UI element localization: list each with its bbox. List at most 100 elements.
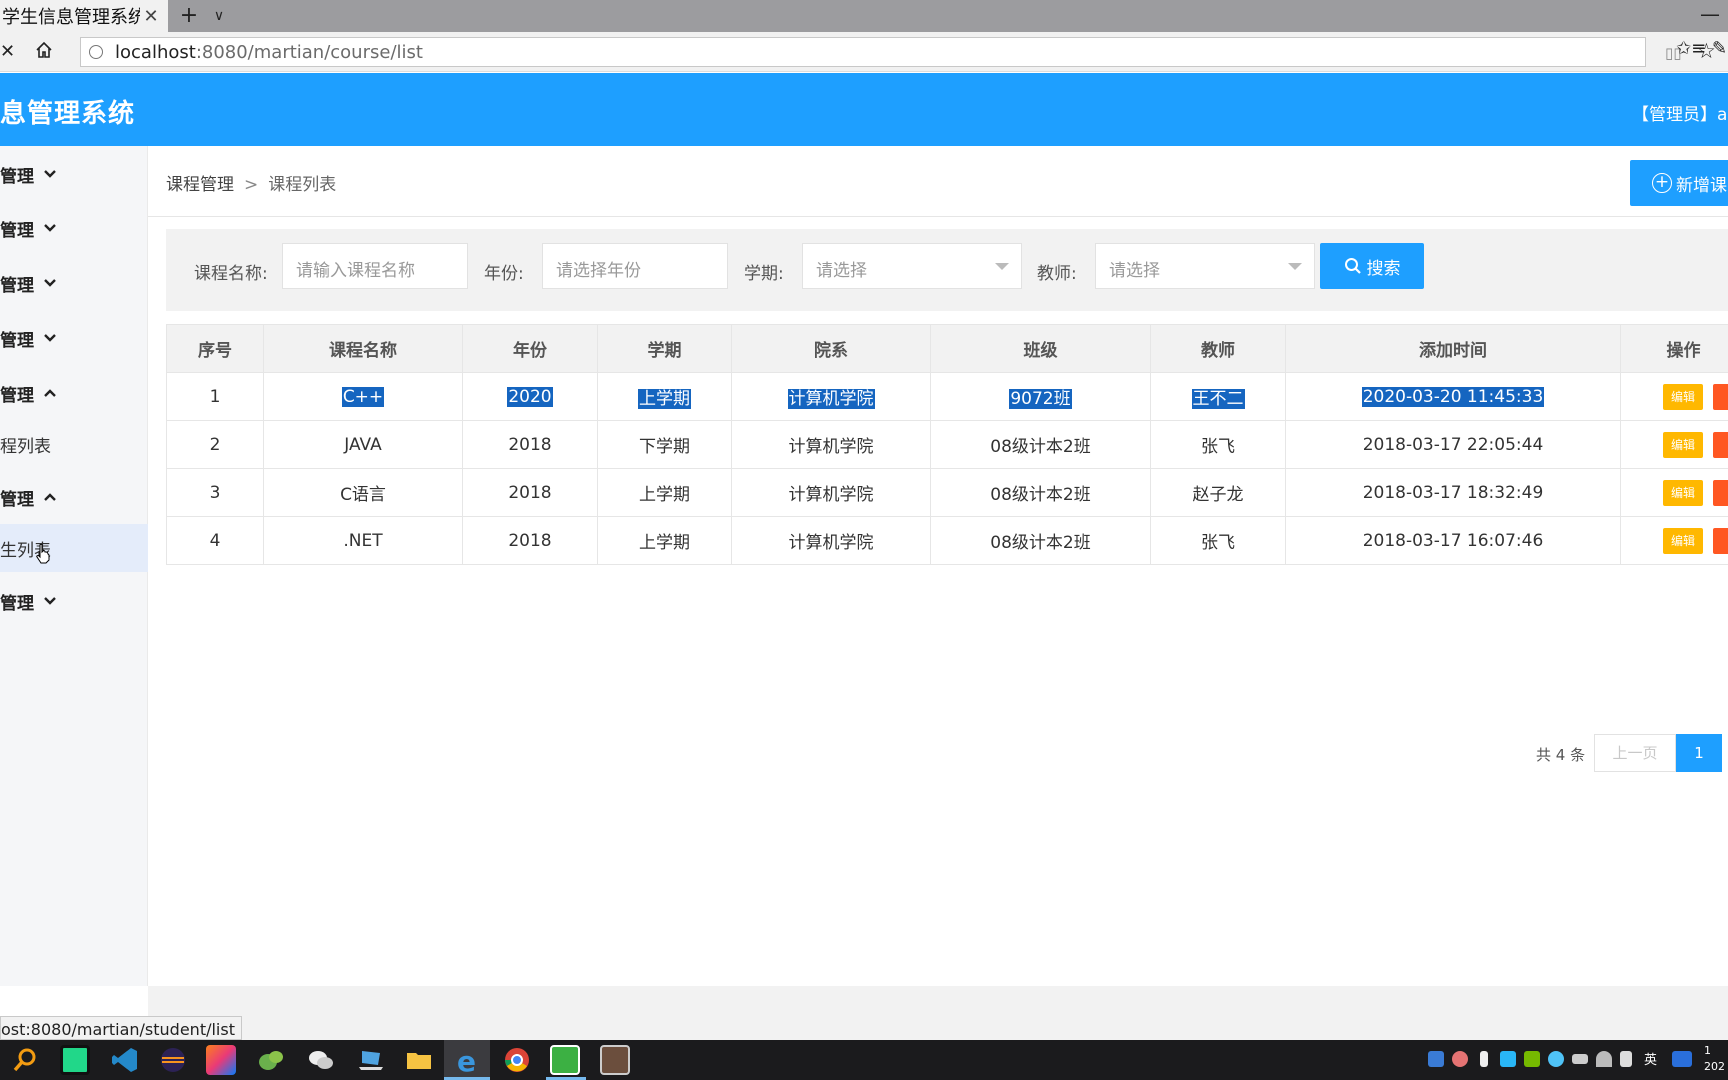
sidebar-group-label: 管理 [0, 385, 34, 406]
minimize-icon[interactable]: — [1700, 2, 1720, 26]
actions-cell: 编辑 [1620, 516, 1728, 565]
sidebar-item-student-list[interactable]: 生列表 [0, 524, 148, 572]
search-icon[interactable] [10, 1045, 40, 1075]
edit-button[interactable]: 编辑 [1663, 479, 1703, 506]
url-path: :8080/martian/course/list [195, 42, 423, 63]
wifi-icon[interactable] [1596, 1051, 1612, 1067]
edge-browser-icon[interactable]: e [452, 1045, 482, 1075]
search-button[interactable]: 搜索 [1320, 243, 1424, 289]
table-cell: 2018 [462, 468, 598, 517]
onedrive-icon[interactable] [1548, 1051, 1564, 1067]
page-1-button[interactable]: 1 [1676, 734, 1722, 772]
user-info[interactable]: 【管理员】ac [1632, 100, 1728, 125]
edit-button[interactable]: 编辑 [1663, 383, 1703, 410]
chevron-down-icon[interactable]: ∨ [208, 3, 230, 29]
table-cell: 2018 [462, 516, 598, 565]
address-bar[interactable]: localhost:8080/martian/course/list ▯▯ ☆ [80, 37, 1716, 67]
course-name-input[interactable]: 请输入课程名称 [282, 243, 468, 289]
eclipse-icon[interactable] [158, 1045, 188, 1075]
intellij-icon[interactable] [206, 1045, 236, 1075]
term-select[interactable]: 请选择 [802, 243, 1022, 289]
chrome-icon[interactable] [502, 1045, 532, 1075]
column-header: 序号 [166, 324, 264, 373]
clock[interactable]: 1 202 [1704, 1043, 1725, 1075]
chevron-down-icon [44, 597, 56, 605]
pycharm-icon[interactable] [60, 1045, 90, 1075]
tray-star-icon[interactable] [1500, 1051, 1516, 1067]
favorites-icon[interactable]: ✩≡ [1676, 38, 1706, 59]
delete-button[interactable] [1713, 431, 1728, 458]
tray-flower-icon[interactable] [1452, 1051, 1468, 1067]
volume-icon[interactable] [1620, 1051, 1632, 1067]
sidebar-group-2[interactable]: 管理 [0, 208, 148, 248]
table-cell: 计算机学院 [731, 468, 931, 517]
sidebar-group-student[interactable]: 管理 [0, 477, 148, 517]
folder-icon[interactable] [404, 1045, 434, 1075]
search-icon [1344, 258, 1361, 274]
tab-title: 学生信息管理系统 [2, 7, 140, 28]
breadcrumb-parent[interactable]: 课程管理 [166, 175, 234, 195]
delete-button[interactable] [1713, 479, 1728, 506]
edit-button[interactable]: 编辑 [1663, 527, 1703, 554]
table-cell: 计算机学院 [731, 420, 931, 469]
edit-button[interactable]: 编辑 [1663, 431, 1703, 458]
tray-app-icon[interactable] [1428, 1051, 1444, 1067]
teacher-select[interactable]: 请选择 [1095, 243, 1315, 289]
table-cell: 上学期 [597, 468, 732, 517]
term-select-value: 请选择 [816, 261, 867, 281]
column-header: 课程名称 [263, 324, 463, 373]
sidebar-group-course[interactable]: 管理 [0, 373, 148, 413]
status-url-tooltip: ost:8080/martian/student/list [0, 1016, 242, 1040]
svg-text:e: e [457, 1045, 476, 1075]
sidebar-group-5[interactable]: 管理 [0, 581, 148, 621]
wechat-icon[interactable] [306, 1045, 336, 1075]
caret-down-icon [1288, 263, 1302, 270]
laptop-app-icon[interactable] [356, 1045, 386, 1075]
course-table: 序号 课程名称 年份 学期 院系 班级 教师 添加时间 操作 1 C++ 202… [166, 324, 1728, 565]
new-tab-icon[interactable]: + [176, 3, 202, 29]
table-cell: 计算机学院 [731, 516, 931, 565]
table-cell: 4 [166, 516, 264, 565]
battery-icon[interactable] [1572, 1054, 1588, 1064]
table-cell: 9072班 [930, 372, 1151, 421]
app-title: 息管理系统 [0, 99, 136, 129]
nvidia-icon[interactable] [1524, 1051, 1540, 1067]
sidebar-group-4[interactable]: 管理 [0, 318, 148, 358]
sidebar-group-3[interactable]: 管理 [0, 263, 148, 303]
microphone-icon[interactable] [1480, 1051, 1488, 1067]
baidu-input-icon[interactable] [1672, 1051, 1692, 1067]
table-cell: 08级计本2班 [930, 468, 1151, 517]
table-row: 1 C++ 2020 上学期 计算机学院 9072班 王不二 2020-03-2… [166, 372, 1728, 421]
delete-button[interactable] [1713, 383, 1728, 410]
pen-icon[interactable]: ✎ [1712, 38, 1727, 59]
selected-text: 计算机学院 [787, 389, 875, 409]
sidebar-group-1[interactable]: 管理 [0, 154, 148, 194]
prev-page-button[interactable]: 上一页 [1594, 734, 1676, 772]
chevron-down-icon [44, 279, 56, 287]
home-icon[interactable] [34, 40, 54, 60]
table-cell: 2018-03-17 22:05:44 [1285, 420, 1621, 469]
leaf-app-icon[interactable] [256, 1045, 286, 1075]
table-cell: 2020-03-20 11:45:33 [1285, 372, 1621, 421]
add-course-button[interactable]: + 新增课 [1630, 160, 1728, 206]
recorder-icon[interactable] [550, 1045, 580, 1075]
sidebar-item-course-list[interactable]: 程列表 [0, 420, 148, 468]
chevron-up-icon [44, 493, 56, 501]
stop-icon[interactable]: ✕ [0, 41, 15, 62]
tab-close-icon[interactable]: ✕ [140, 6, 162, 27]
browser-tab[interactable]: 学生信息管理系统 ✕ [0, 0, 168, 32]
table-cell: 2018-03-17 16:07:46 [1285, 516, 1621, 565]
table-cell: 08级计本2班 [930, 420, 1151, 469]
main-footer [148, 986, 1728, 1040]
teacher-label: 教师: [1037, 264, 1077, 284]
year-picker[interactable]: 请选择年份 [542, 243, 728, 289]
course-name-label: 课程名称: [194, 264, 268, 284]
sidebar-group-label: 管理 [0, 166, 34, 187]
vscode-icon[interactable] [110, 1045, 140, 1075]
table-cell: C++ [263, 372, 463, 421]
game-app-icon[interactable] [600, 1045, 630, 1075]
breadcrumb: 课程管理 > 课程列表 [166, 170, 336, 195]
table-cell: 2 [166, 420, 264, 469]
ime-indicator[interactable]: 英 [1644, 1049, 1657, 1068]
delete-button[interactable] [1713, 527, 1728, 554]
